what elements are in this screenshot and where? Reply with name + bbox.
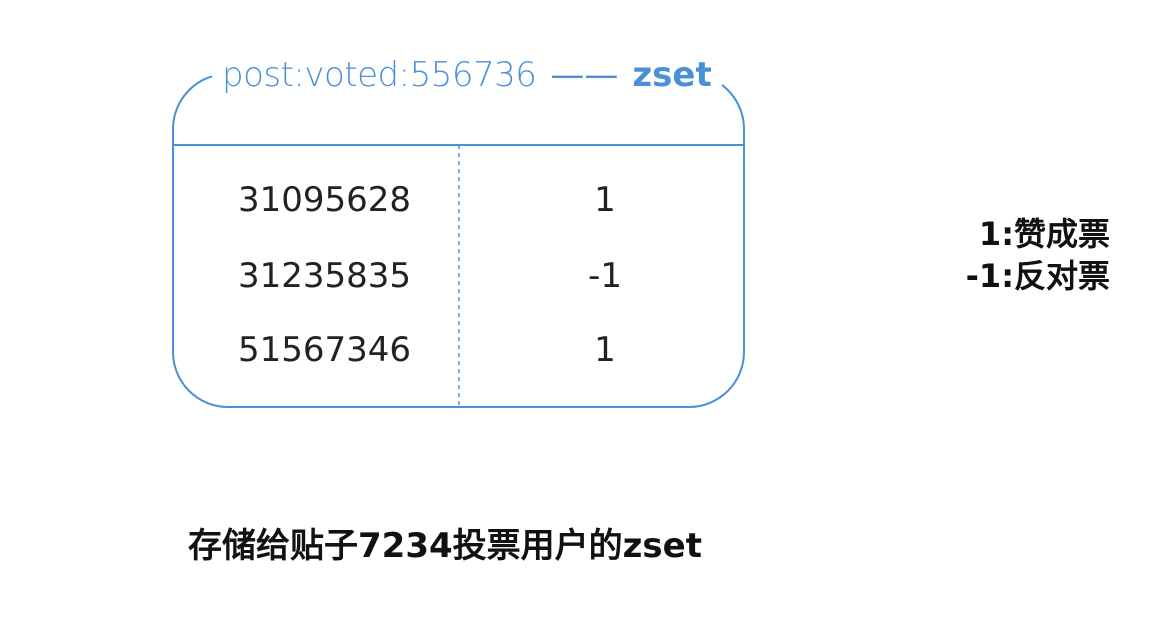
- entry-score: 1: [594, 180, 616, 220]
- legend-downvote: -1:反对票: [965, 257, 1110, 295]
- key-type-separator: ——: [550, 55, 619, 95]
- entry-score: -1: [588, 256, 622, 296]
- entry-member: 51567346: [238, 330, 412, 370]
- entry-score: 1: [594, 330, 616, 370]
- entry-member: 31095628: [238, 180, 412, 220]
- zset-key-name: post:voted:556736: [222, 55, 537, 95]
- zset-type-label: zset: [632, 55, 712, 95]
- legend-upvote: 1:赞成票: [978, 215, 1110, 253]
- entry-member: 31235835: [238, 256, 412, 296]
- diagram-caption: 存储给贴子7234投票用户的zset: [188, 526, 702, 566]
- zset-key-title: post:voted:556736 —— zset: [212, 50, 722, 100]
- score-legend: 1:赞成票 -1:反对票: [966, 213, 1110, 297]
